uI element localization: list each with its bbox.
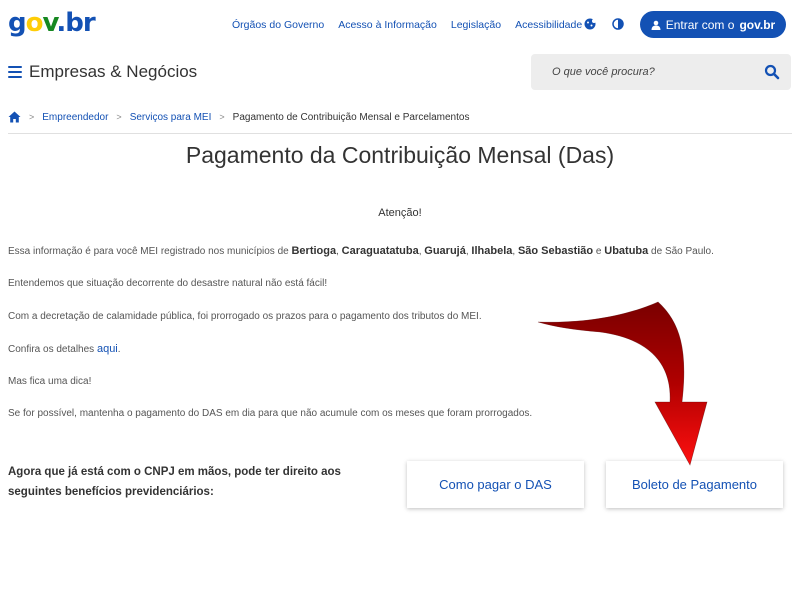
breadcrumb-empreendedor[interactable]: Empreendedor <box>42 112 108 123</box>
breadcrumb-current: Pagamento de Contribuição Mensal e Parce… <box>232 111 470 123</box>
divider <box>8 133 792 134</box>
login-brand: gov.br <box>739 17 776 32</box>
link-acesso-a-informacao[interactable]: Acesso à Informação <box>338 19 437 31</box>
user-icon <box>651 20 661 30</box>
link-orgaos-do-governo[interactable]: Órgãos do Governo <box>232 19 324 31</box>
login-label: Entrar com o <box>665 17 735 32</box>
page-title: Pagamento da Contribuição Mensal (Das) <box>185 142 615 168</box>
benefits-text: Agora que já está com o CNPJ em mãos, po… <box>8 466 341 498</box>
govbr-logo[interactable]: gov.br <box>8 6 96 40</box>
link-aqui[interactable]: aqui <box>97 343 118 355</box>
city-guaruja: Guarujá <box>424 245 466 257</box>
login-govbr-button[interactable]: Entrar com o gov.br <box>640 11 786 38</box>
search-icon[interactable] <box>764 64 780 80</box>
link-acessibilidade[interactable]: Acessibilidade <box>515 19 582 31</box>
chevron-right-icon: > <box>116 112 122 122</box>
search-input[interactable] <box>531 54 751 90</box>
city-caraguatatuba: Caraguatatuba <box>341 245 419 257</box>
breadcrumb: > Empreendedor > Serviços para MEI > Pag… <box>8 111 469 123</box>
paragraph-dica: Mas fica uma dica! <box>8 376 92 387</box>
top-bar: gov.br Órgãos do Governo Acesso à Inform… <box>0 0 800 50</box>
search-box <box>531 54 791 90</box>
city-bertioga: Bertioga <box>291 245 337 257</box>
city-sao-sebastiao: São Sebastião <box>517 245 594 257</box>
chevron-right-icon: > <box>29 112 35 122</box>
site-title[interactable]: Empresas & Negócios <box>29 62 197 82</box>
contrast-icon[interactable] <box>612 18 624 30</box>
city-ubatuba: Ubatuba <box>604 245 649 257</box>
paragraph-mantenha: Se for possível, mantenha o pagamento do… <box>8 408 533 419</box>
cookie-icon[interactable] <box>584 18 596 30</box>
city-ilhabela: Ilhabela <box>471 245 513 257</box>
paragraph-entendemos: Entendemos que situação decorrente do de… <box>8 278 328 289</box>
link-legislacao[interactable]: Legislação <box>451 19 501 31</box>
home-icon[interactable] <box>8 111 21 123</box>
chevron-right-icon: > <box>219 112 225 122</box>
paragraph-confira: Confira os detalhes aqui. <box>8 343 121 355</box>
paragraph-municipios: Essa informação é para você MEI registra… <box>8 245 714 257</box>
breadcrumb-servicos-mei[interactable]: Serviços para MEI <box>130 112 212 123</box>
attention-text: Atenção! <box>378 207 422 219</box>
header-menu: Empresas & Negócios <box>8 62 197 82</box>
red-arrow-annotation <box>537 301 708 466</box>
paragraph-calamidade: Com a decretação de calamidade pública, … <box>8 311 482 322</box>
top-links: Órgãos do Governo Acesso à Informação Le… <box>232 19 596 31</box>
menu-icon[interactable] <box>8 66 22 78</box>
